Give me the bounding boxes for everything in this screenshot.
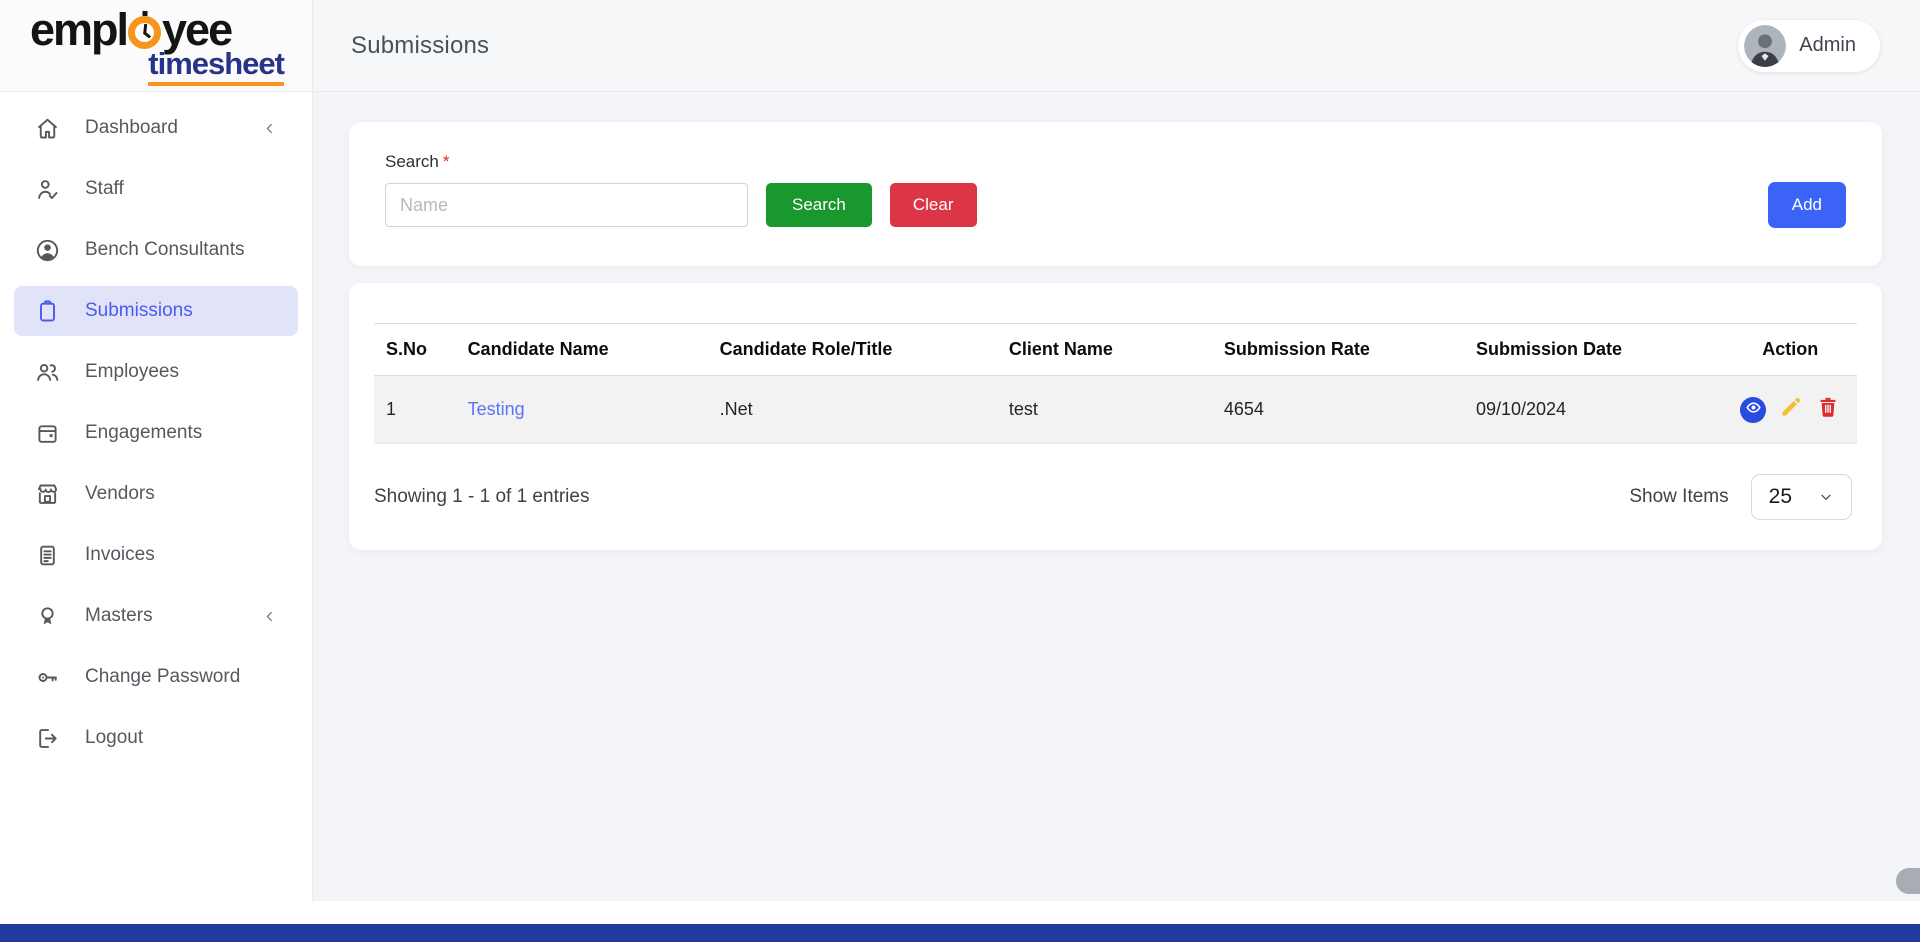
chevron-left-icon bbox=[261, 608, 278, 625]
sidebar-item-label: Submissions bbox=[85, 300, 193, 322]
sidebar: emplyee timesheet Dashboard Staff Bench Co… bbox=[0, 0, 313, 901]
cell-candidate-name: Testing bbox=[456, 376, 708, 444]
scroll-top-button[interactable] bbox=[1896, 868, 1920, 894]
page-title: Submissions bbox=[351, 32, 489, 60]
add-button[interactable]: Add bbox=[1768, 182, 1846, 228]
edit-button[interactable] bbox=[1779, 395, 1803, 424]
award-icon bbox=[34, 603, 61, 630]
table-header-row: S.NoCandidate NameCandidate Role/TitleCl… bbox=[374, 324, 1857, 376]
sidebar-item-label: Staff bbox=[85, 178, 124, 200]
column-header-client-name: Client Name bbox=[997, 324, 1212, 376]
sidebar-item-staff[interactable]: Staff bbox=[14, 164, 298, 214]
sidebar-item-change-password[interactable]: Change Password bbox=[14, 652, 298, 702]
required-asterisk: * bbox=[443, 152, 450, 171]
sidebar-item-label: Masters bbox=[85, 605, 153, 627]
home-icon bbox=[34, 115, 61, 142]
submissions-table-card: S.NoCandidate NameCandidate Role/TitleCl… bbox=[349, 283, 1882, 550]
logout-icon bbox=[34, 725, 61, 752]
delete-button[interactable] bbox=[1816, 395, 1840, 424]
column-header-candidate-role-title: Candidate Role/Title bbox=[708, 324, 997, 376]
footer-spacer bbox=[0, 901, 1920, 924]
submissions-table: S.NoCandidate NameCandidate Role/TitleCl… bbox=[374, 323, 1857, 444]
table-row: 1 Testing .Nettest465409/10/2024 bbox=[374, 376, 1857, 444]
candidate-name-link[interactable]: Testing bbox=[468, 399, 525, 419]
search-input[interactable] bbox=[385, 183, 748, 227]
sidebar-item-label: Employees bbox=[85, 361, 179, 383]
show-items-label: Show Items bbox=[1629, 486, 1728, 508]
cell-role-title: .Net bbox=[708, 376, 997, 444]
sidebar-item-vendors[interactable]: Vendors bbox=[14, 469, 298, 519]
sidebar-item-label: Dashboard bbox=[85, 117, 178, 139]
avatar bbox=[1744, 25, 1786, 67]
logo-text-left: empl bbox=[30, 4, 127, 55]
logo-timesheet-text: timesheet bbox=[148, 47, 284, 86]
sidebar-item-label: Engagements bbox=[85, 422, 202, 444]
showing-entries-text: Showing 1 - 1 of 1 entries bbox=[374, 486, 589, 508]
page-size-value: 25 bbox=[1769, 485, 1792, 509]
clock-icon bbox=[128, 16, 161, 49]
people-icon bbox=[34, 359, 61, 386]
trash-icon bbox=[1816, 395, 1840, 424]
clipboard-icon bbox=[34, 298, 61, 325]
app-window: emplyee timesheet Dashboard Staff Bench Co… bbox=[0, 0, 1920, 901]
search-card: Search* Search Clear Add bbox=[349, 122, 1882, 266]
page-size-select[interactable]: 25 bbox=[1751, 474, 1852, 520]
table-footer: Showing 1 - 1 of 1 entries Show Items 25 bbox=[374, 474, 1857, 520]
column-header-s-no: S.No bbox=[374, 324, 456, 376]
user-menu-button[interactable]: Admin bbox=[1738, 20, 1880, 72]
sidebar-item-label: Change Password bbox=[85, 666, 240, 688]
user-name: Admin bbox=[1799, 34, 1856, 57]
view-button[interactable] bbox=[1740, 397, 1766, 423]
column-header-submission-rate: Submission Rate bbox=[1212, 324, 1464, 376]
top-bar: Submissions Admin bbox=[313, 0, 1920, 92]
column-header-submission-date: Submission Date bbox=[1464, 324, 1724, 376]
table-body: 1 Testing .Nettest465409/10/2024 bbox=[374, 376, 1857, 444]
column-header-candidate-name: Candidate Name bbox=[456, 324, 708, 376]
sidebar-item-employees[interactable]: Employees bbox=[14, 347, 298, 397]
sidebar-nav: Dashboard Staff Bench Consultants Submissio… bbox=[0, 92, 312, 763]
sidebar-item-label: Bench Consultants bbox=[85, 239, 245, 261]
cell-submission-date: 09/10/2024 bbox=[1464, 376, 1724, 444]
search-button[interactable]: Search bbox=[766, 183, 872, 227]
cell-client-name: test bbox=[997, 376, 1212, 444]
calendar-icon bbox=[34, 420, 61, 447]
cell-sno: 1 bbox=[374, 376, 456, 444]
main-area: Submissions Admin Search* Search Clear A… bbox=[313, 0, 1920, 901]
invoice-icon bbox=[34, 542, 61, 569]
key-icon bbox=[34, 664, 61, 691]
sidebar-item-bench-consultants[interactable]: Bench Consultants bbox=[14, 225, 298, 275]
action-cell bbox=[1724, 376, 1858, 444]
content-area: Search* Search Clear Add S.NoCandidate N… bbox=[313, 92, 1920, 901]
pencil-icon bbox=[1779, 395, 1803, 424]
column-header-action: Action bbox=[1724, 324, 1858, 376]
clear-button[interactable]: Clear bbox=[890, 183, 977, 227]
account-circle-icon bbox=[34, 237, 61, 264]
sidebar-item-masters[interactable]: Masters bbox=[14, 591, 298, 641]
staff-icon bbox=[34, 176, 61, 203]
storefront-icon bbox=[34, 481, 61, 508]
sidebar-item-dashboard[interactable]: Dashboard bbox=[14, 103, 298, 153]
sidebar-item-label: Vendors bbox=[85, 483, 155, 505]
search-field-label: Search* bbox=[385, 152, 1846, 172]
app-logo: emplyee timesheet bbox=[0, 0, 312, 92]
sidebar-item-label: Logout bbox=[85, 727, 143, 749]
sidebar-item-logout[interactable]: Logout bbox=[14, 713, 298, 763]
eye-icon bbox=[1745, 399, 1762, 421]
cell-submission-rate: 4654 bbox=[1212, 376, 1464, 444]
chevron-down-icon bbox=[1818, 489, 1834, 505]
sidebar-item-submissions[interactable]: Submissions bbox=[14, 286, 298, 336]
chevron-left-icon bbox=[261, 120, 278, 137]
sidebar-item-invoices[interactable]: Invoices bbox=[14, 530, 298, 580]
footer-bar bbox=[0, 924, 1920, 942]
sidebar-item-label: Invoices bbox=[85, 544, 155, 566]
sidebar-item-engagements[interactable]: Engagements bbox=[14, 408, 298, 458]
